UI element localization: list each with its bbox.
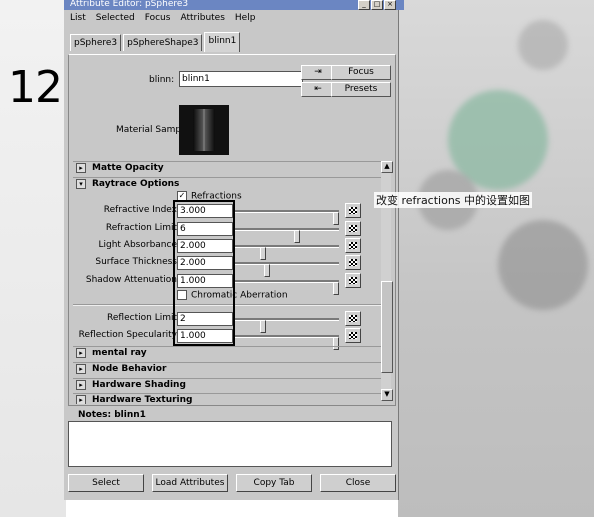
surface-thickness-slider[interactable] bbox=[235, 262, 339, 277]
focus-button[interactable]: Focus bbox=[331, 65, 391, 80]
expand-arrow-icon: ▸ bbox=[76, 363, 86, 374]
blurred-gear bbox=[498, 220, 588, 310]
notes-textarea[interactable] bbox=[68, 421, 392, 467]
menu-bar: List Selected Focus Attributes Help bbox=[64, 10, 404, 25]
texture-map-icon[interactable] bbox=[345, 311, 361, 326]
section-matte-opacity[interactable]: ▸ Matte Opacity bbox=[73, 161, 385, 174]
node-name-label: blinn: bbox=[149, 75, 175, 85]
reflection-specularity-slider[interactable] bbox=[235, 335, 339, 350]
expand-arrow-icon: ▸ bbox=[76, 162, 86, 173]
texture-map-icon[interactable] bbox=[345, 221, 361, 236]
menu-help[interactable]: Help bbox=[235, 13, 256, 23]
notes-label: Notes: blinn1 bbox=[78, 410, 146, 420]
light-absorbance-slider[interactable] bbox=[235, 245, 339, 260]
node-tabs: pSphere3 pSphereShape3 blinn1 bbox=[70, 32, 241, 54]
load-attributes-button[interactable]: Load Attributes bbox=[152, 474, 228, 492]
blurred-gear bbox=[518, 20, 568, 70]
highlight-box bbox=[173, 200, 235, 346]
section-mental-ray[interactable]: ▸ mental ray bbox=[73, 346, 385, 359]
tab-blinn1[interactable]: blinn1 bbox=[204, 32, 241, 52]
shadow-attenuation-slider[interactable] bbox=[235, 280, 339, 295]
reflection-limit-slider[interactable] bbox=[235, 318, 339, 333]
presets-button[interactable]: Presets bbox=[331, 82, 391, 97]
maximize-button[interactable]: □ bbox=[371, 0, 383, 10]
node-name-field[interactable]: blinn1 bbox=[179, 71, 303, 87]
section-hardware-texturing[interactable]: ▸ Hardware Texturing bbox=[73, 393, 385, 404]
scroll-down-icon[interactable]: ▼ bbox=[381, 389, 393, 401]
expand-arrow-icon: ▸ bbox=[76, 379, 86, 390]
section-hardware-shading[interactable]: ▸ Hardware Shading bbox=[73, 378, 385, 391]
window-title: Attribute Editor: pSphere3 bbox=[70, 0, 189, 9]
minimize-button[interactable]: _ bbox=[358, 0, 370, 10]
attr-label: Refraction Limit bbox=[105, 223, 177, 233]
section-raytrace-options[interactable]: ▾ Raytrace Options bbox=[73, 177, 385, 190]
focus-output-icon[interactable]: ⇤ bbox=[301, 82, 335, 97]
expand-arrow-icon: ▸ bbox=[76, 347, 86, 358]
focus-input-icon[interactable]: ⇥ bbox=[301, 65, 335, 80]
attr-label: Reflection Specularity bbox=[78, 330, 177, 340]
annotation-text: 改变 refractions 中的设置如图 bbox=[374, 192, 533, 208]
section-node-behavior[interactable]: ▸ Node Behavior bbox=[73, 362, 385, 375]
expand-arrow-icon: ▸ bbox=[76, 394, 86, 404]
menu-attributes[interactable]: Attributes bbox=[180, 13, 224, 23]
scroll-thumb[interactable] bbox=[381, 281, 393, 373]
refraction-limit-slider[interactable] bbox=[235, 228, 339, 243]
title-bar: Attribute Editor: pSphere3 _ □ × bbox=[64, 0, 404, 10]
menu-focus[interactable]: Focus bbox=[145, 13, 171, 23]
tab-psphereshape3[interactable]: pSphereShape3 bbox=[123, 34, 203, 51]
attr-label: Shadow Attenuation bbox=[85, 275, 177, 285]
attr-label: Surface Thickness bbox=[95, 257, 177, 267]
attr-label: Reflection Limit bbox=[107, 313, 177, 323]
texture-map-icon[interactable] bbox=[345, 273, 361, 288]
collapse-arrow-icon: ▾ bbox=[76, 178, 86, 189]
tab-psphere3[interactable]: pSphere3 bbox=[70, 34, 122, 51]
bottom-button-bar: Select Load Attributes Copy Tab Close bbox=[68, 474, 396, 492]
close-button[interactable]: Close bbox=[320, 474, 396, 492]
texture-map-icon[interactable] bbox=[345, 255, 361, 270]
background-viewport bbox=[398, 0, 594, 517]
slider-thumb[interactable] bbox=[333, 282, 339, 295]
material-sample-swatch bbox=[179, 105, 229, 155]
attr-label: Light Absorbance bbox=[98, 240, 177, 250]
refractive-index-slider[interactable] bbox=[235, 210, 339, 225]
texture-map-icon[interactable] bbox=[345, 203, 361, 218]
close-window-button[interactable]: × bbox=[384, 0, 396, 10]
scroll-up-icon[interactable]: ▲ bbox=[381, 161, 393, 173]
menu-list[interactable]: List bbox=[70, 13, 86, 23]
step-number: 12 bbox=[8, 62, 63, 113]
select-button[interactable]: Select bbox=[68, 474, 144, 492]
copy-tab-button[interactable]: Copy Tab bbox=[236, 474, 312, 492]
texture-map-icon[interactable] bbox=[345, 238, 361, 253]
attr-label: Refractive Index bbox=[103, 205, 177, 215]
menu-selected[interactable]: Selected bbox=[96, 13, 135, 23]
texture-map-icon[interactable] bbox=[345, 328, 361, 343]
